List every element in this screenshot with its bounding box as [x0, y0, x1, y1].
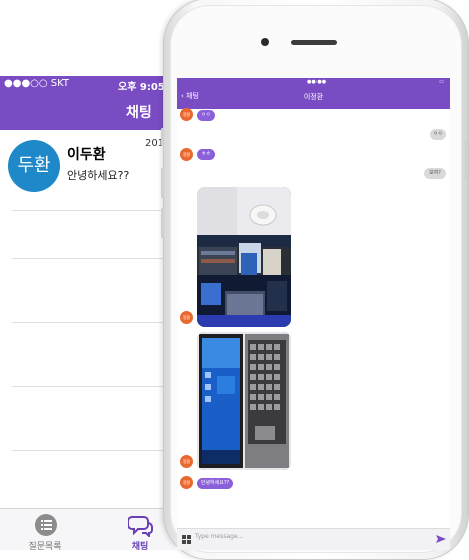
battery-icon: ▭ — [439, 79, 444, 85]
send-icon[interactable] — [436, 534, 446, 544]
divider — [12, 322, 175, 323]
photo-laptop[interactable] — [197, 332, 291, 470]
chat-header: ‹ 채팅 이정환 — [177, 87, 450, 109]
volume-down-button — [161, 208, 164, 238]
message-bubble-incoming: ㅇㅇ — [197, 110, 215, 121]
message-bubble-incoming: 안녕하세요?? — [197, 478, 233, 489]
mute-switch — [161, 128, 164, 146]
chat-bubbles-icon — [128, 516, 153, 537]
divider — [12, 386, 175, 387]
power-button — [465, 140, 468, 180]
volume-up-button — [161, 168, 164, 198]
clock-icon: ●●:●● — [307, 79, 327, 85]
clock: 오후 9:05 — [118, 82, 165, 93]
tab-bar: 질문목록 채팅 — [0, 508, 175, 550]
message-bubble-outgoing: ㅇㅇ — [430, 129, 446, 140]
chat-contact-name: 이두환 — [67, 147, 106, 163]
avatar: 정환 — [180, 476, 193, 489]
chat-list-item[interactable]: 두환 이두환 안녕하세요?? 201 — [0, 130, 175, 200]
photo-desk[interactable] — [197, 187, 291, 327]
chat-title: 이정환 — [303, 93, 324, 101]
grid-menu-icon[interactable] — [182, 535, 191, 544]
divider — [12, 258, 175, 259]
chat-screen: ●●:●● ▭ ‹ 채팅 이정환 정환 ㅇㅇ ㅇㅇ 정환 ㅎㅎ 보여? 정환 정… — [177, 78, 450, 550]
desk-photo-image — [197, 187, 291, 327]
tab-label: 채팅 — [131, 542, 149, 550]
avatar: 정환 — [180, 455, 193, 468]
message-bubble-incoming: ㅎㅎ — [197, 149, 215, 160]
front-camera — [261, 38, 269, 46]
status-bar: ●●:●● ▭ — [177, 78, 450, 87]
laptop-photo-image — [197, 332, 291, 470]
page-title: 채팅 — [126, 105, 152, 121]
carrier-label: ●●●○○ SKT — [4, 78, 70, 89]
avatar: 정환 — [180, 148, 193, 161]
divider — [12, 450, 175, 451]
back-phone-screen: ●●●○○ SKT 오후 9:05 채팅 두환 이두환 안녕하세요?? 201 … — [0, 0, 175, 550]
chat-list-header: 채팅 — [0, 92, 175, 130]
message-input-bar: Type message... — [177, 528, 450, 550]
avatar: 정환 — [180, 311, 193, 324]
chat-last-message: 안녕하세요?? — [67, 169, 130, 182]
message-bubble-outgoing: 보여? — [424, 168, 446, 179]
list-icon — [35, 514, 57, 536]
tab-label: 질문목록 — [28, 542, 62, 550]
avatar: 두환 — [8, 140, 60, 192]
message-input[interactable]: Type message... — [195, 533, 243, 540]
tab-question-list[interactable]: 질문목록 — [0, 509, 90, 550]
avatar: 정환 — [180, 108, 193, 121]
status-bar: ●●●○○ SKT 오후 9:05 — [0, 76, 175, 93]
divider — [12, 210, 175, 211]
earpiece-speaker — [291, 40, 337, 45]
